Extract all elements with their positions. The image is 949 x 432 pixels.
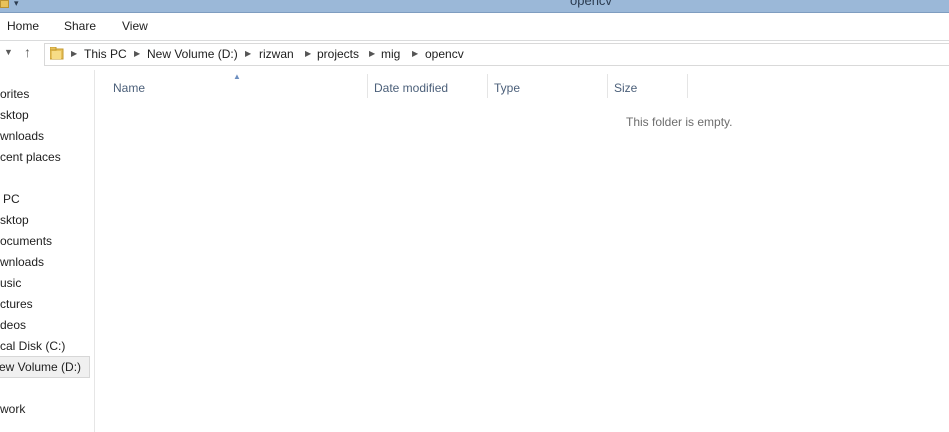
breadcrumb-projects[interactable]: projects xyxy=(317,47,359,61)
tab-home[interactable]: Home xyxy=(7,19,39,33)
tab-view[interactable]: View xyxy=(122,19,148,33)
folder-icon xyxy=(50,47,64,60)
sidebar-item-favorites[interactable]: orites xyxy=(0,84,29,104)
sidebar-item-downloads-pc[interactable]: wnloads xyxy=(0,252,44,272)
sidebar-item-pictures[interactable]: ctures xyxy=(0,294,33,314)
title-bar: ▾ opencv xyxy=(0,0,949,13)
breadcrumb-separator-icon[interactable]: ▶ xyxy=(305,49,311,58)
recent-locations-chevron-down-icon[interactable]: ▼ xyxy=(4,47,13,57)
navigation-bar: ▼ ↑ ▶ This PC ▶ New Volume (D:) ▶ rizwan… xyxy=(0,41,949,69)
breadcrumb-separator-icon[interactable]: ▶ xyxy=(369,49,375,58)
sidebar-item-recent-places[interactable]: cent places xyxy=(0,147,61,167)
sidebar-item-new-volume-d[interactable]: ew Volume (D:) xyxy=(0,356,90,378)
column-divider[interactable] xyxy=(687,74,688,98)
breadcrumb-mig[interactable]: mig xyxy=(381,47,400,61)
sort-ascending-icon: ▲ xyxy=(233,72,241,81)
navigation-pane: orites sktop wnloads cent places PC skto… xyxy=(0,70,95,432)
breadcrumb-separator-icon[interactable]: ▶ xyxy=(134,49,140,58)
sidebar-item-downloads[interactable]: wnloads xyxy=(0,126,44,146)
breadcrumb-separator-icon[interactable]: ▶ xyxy=(71,49,77,58)
tab-share[interactable]: Share xyxy=(64,19,96,33)
breadcrumb-opencv[interactable]: opencv xyxy=(425,47,464,61)
column-divider[interactable] xyxy=(367,74,368,98)
column-divider[interactable] xyxy=(607,74,608,98)
address-bar[interactable]: ▶ This PC ▶ New Volume (D:) ▶ rizwan ▶ p… xyxy=(44,43,949,66)
sidebar-item-label: ew Volume (D:) xyxy=(0,360,82,374)
quick-access-dropdown-icon[interactable]: ▾ xyxy=(14,0,19,9)
sidebar-item-local-disk-c[interactable]: cal Disk (C:) xyxy=(0,336,65,356)
sidebar-item-desktop-pc[interactable]: sktop xyxy=(0,210,29,230)
ribbon: Home Share View xyxy=(0,13,949,41)
folder-icon[interactable] xyxy=(0,0,9,8)
sidebar-item-network[interactable]: work xyxy=(0,399,25,419)
empty-folder-message: This folder is empty. xyxy=(626,115,733,129)
breadcrumb-this-pc[interactable]: This PC xyxy=(84,47,127,61)
sidebar-item-music[interactable]: usic xyxy=(0,273,21,293)
column-header-type[interactable]: Type xyxy=(494,78,520,98)
breadcrumb-separator-icon[interactable]: ▶ xyxy=(245,49,251,58)
sidebar-item-videos[interactable]: deos xyxy=(0,315,26,335)
sidebar-item-documents[interactable]: ocuments xyxy=(0,231,52,251)
window-title: opencv xyxy=(570,0,612,8)
up-arrow-icon[interactable]: ↑ xyxy=(24,44,31,60)
breadcrumb-new-volume[interactable]: New Volume (D:) xyxy=(147,47,238,61)
sidebar-item-desktop[interactable]: sktop xyxy=(0,105,29,125)
column-header-date-modified[interactable]: Date modified xyxy=(374,78,448,98)
column-header-name[interactable]: Name xyxy=(113,78,145,98)
file-list[interactable]: ▲ Name Date modified Type Size This fold… xyxy=(95,70,949,432)
sidebar-item-this-pc[interactable]: PC xyxy=(3,189,20,209)
breadcrumb-rizwan[interactable]: rizwan xyxy=(259,47,294,61)
column-divider[interactable] xyxy=(487,74,488,98)
column-header-size[interactable]: Size xyxy=(614,78,637,98)
breadcrumb-separator-icon[interactable]: ▶ xyxy=(412,49,418,58)
